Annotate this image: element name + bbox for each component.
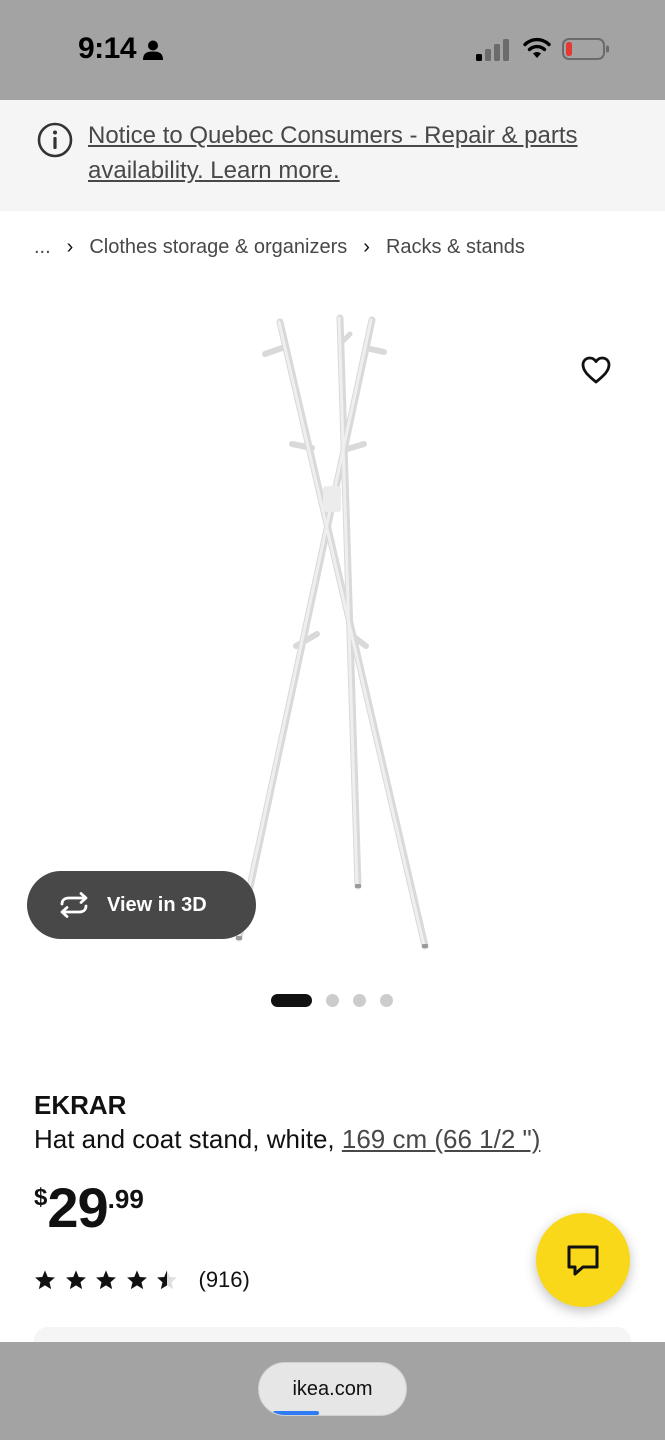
star-full-icon xyxy=(126,1270,147,1290)
star-full-icon xyxy=(35,1270,55,1290)
carousel-dot-2[interactable] xyxy=(326,993,339,1007)
wifi-icon xyxy=(523,37,551,58)
price-decimal: .99 xyxy=(107,1184,144,1214)
carousel-dot-1[interactable] xyxy=(271,993,312,1007)
rotate-3d-icon xyxy=(60,892,88,918)
url-text: ikea.com xyxy=(292,1377,373,1400)
breadcrumb: ... › Clothes storage & organizers › Rac… xyxy=(34,232,525,262)
star-full-icon xyxy=(96,1270,116,1290)
breadcrumb-item-clothes-storage[interactable]: Clothes storage & organizers xyxy=(89,236,347,259)
notice-link[interactable]: Notice to Quebec Consumers - Repair & pa… xyxy=(88,118,628,188)
favorite-button[interactable] xyxy=(574,348,618,392)
battery-icon xyxy=(562,38,609,60)
signal-icon xyxy=(476,39,509,61)
breadcrumb-item-ellipsis[interactable]: ... xyxy=(34,236,51,259)
review-count: (916) xyxy=(198,1267,250,1292)
product-rating[interactable]: (916) xyxy=(34,1265,250,1295)
person-icon xyxy=(143,40,163,60)
heart-icon xyxy=(581,356,611,384)
address-bar[interactable]: ikea.com xyxy=(258,1362,407,1416)
chat-button[interactable] xyxy=(536,1213,630,1307)
carousel-dot-4[interactable] xyxy=(380,993,393,1007)
chat-bubble-icon xyxy=(567,1245,599,1276)
product-description: Hat and coat stand, white, 169 cm (66 1/… xyxy=(34,1124,540,1155)
star-full-icon xyxy=(65,1270,86,1290)
product-name: EKRAR xyxy=(34,1090,127,1120)
info-icon xyxy=(37,122,73,158)
star-half-icon xyxy=(157,1270,177,1290)
image-carousel-dots xyxy=(271,992,393,1008)
status-time: 9:14 xyxy=(78,32,137,65)
breadcrumb-item-racks-stands[interactable]: Racks & stands xyxy=(386,236,525,259)
page-load-progress xyxy=(273,1411,319,1415)
product-price: $ 29 .99 xyxy=(34,1178,144,1238)
view-in-3d-button[interactable]: View in 3D xyxy=(27,871,256,939)
breadcrumb-separator: › xyxy=(66,235,74,258)
rating-stars xyxy=(34,1269,187,1291)
product-description-text: Hat and coat stand, white, xyxy=(34,1124,342,1154)
carousel-dot-3[interactable] xyxy=(353,993,366,1007)
product-measurement-link[interactable]: 169 cm (66 1/2 ") xyxy=(342,1124,541,1154)
view-in-3d-label: View in 3D xyxy=(107,893,207,916)
price-integer: 29 xyxy=(47,1176,108,1239)
breadcrumb-separator: › xyxy=(363,235,370,258)
price-currency: $ xyxy=(34,1184,48,1211)
